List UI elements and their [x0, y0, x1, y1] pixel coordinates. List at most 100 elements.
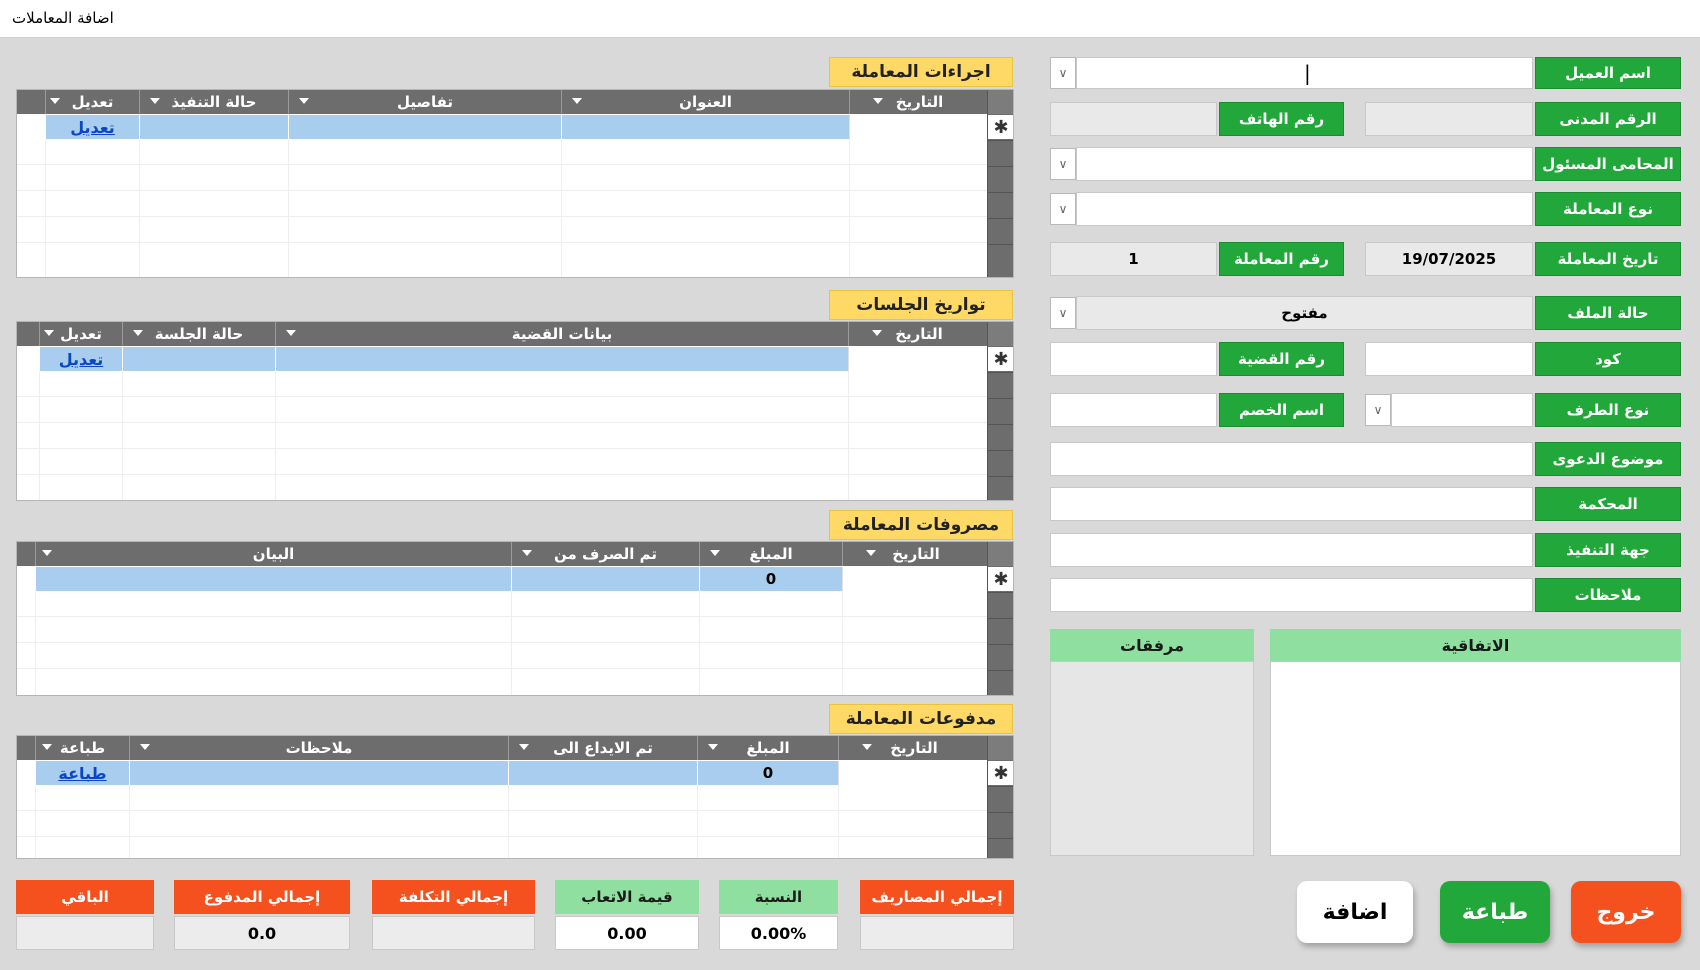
- phone-label: رقم الهاتف: [1219, 102, 1344, 136]
- procedures-header-row: التاريخ العنوان تفاصيل حالة التنفيذ تعدي…: [17, 90, 989, 114]
- transaction-type-input[interactable]: [1076, 192, 1533, 226]
- chevron-down-icon: ∨: [1058, 157, 1068, 171]
- sessions-col-case-data[interactable]: بيانات القضية: [275, 322, 848, 346]
- lawyer-dropdown[interactable]: ∨: [1050, 148, 1076, 180]
- code-label: كود: [1535, 342, 1681, 376]
- transaction-type-dropdown[interactable]: ∨: [1050, 193, 1076, 225]
- print-button[interactable]: طباعة: [1440, 881, 1550, 943]
- civil-id-label: الرقم المدنى: [1535, 102, 1681, 136]
- attachments-box[interactable]: [1050, 661, 1254, 856]
- procedures-col-date[interactable]: التاريخ: [849, 90, 989, 114]
- court-input[interactable]: [1050, 487, 1533, 521]
- agreement-box[interactable]: [1270, 661, 1681, 856]
- procedures-grid[interactable]: التاريخ العنوان تفاصيل حالة التنفيذ تعدي…: [16, 89, 1014, 278]
- sessions-new-row[interactable]: تعديل: [17, 347, 989, 371]
- procedures-col-status[interactable]: حالة التنفيذ: [139, 90, 288, 114]
- expenses-grid[interactable]: التاريخ المبلغ تم الصرف من البيان 0 ✱: [16, 541, 1014, 696]
- payments-grid[interactable]: التاريخ المبلغ تم الايداع الى ملاحظات طب…: [16, 735, 1014, 859]
- phone-input[interactable]: [1050, 102, 1217, 136]
- ratio-label: النسبة: [719, 880, 838, 914]
- new-row-star-icon: ✱: [988, 347, 1013, 371]
- execution-body-label: جهة التنفيذ: [1535, 533, 1681, 567]
- party-type-label: نوع الطرف: [1535, 393, 1681, 427]
- edit-link[interactable]: تعديل: [70, 118, 115, 137]
- transaction-number-input[interactable]: 1: [1050, 242, 1217, 276]
- total-cost-label: إجمالي التكلفة: [372, 880, 535, 914]
- expenses-row-selector[interactable]: ✱: [987, 542, 1013, 695]
- expenses-col-paid-from[interactable]: تم الصرف من: [511, 542, 699, 566]
- chevron-down-icon: ∨: [1058, 202, 1068, 216]
- expenses-new-row[interactable]: 0: [17, 567, 989, 591]
- sessions-col-status[interactable]: حالة الجلسة: [122, 322, 275, 346]
- procedures-col-title[interactable]: العنوان: [561, 90, 849, 114]
- remaining-value[interactable]: [16, 916, 154, 950]
- agreement-header: الاتفاقية: [1270, 629, 1681, 661]
- payments-new-row[interactable]: 0 طباعة: [17, 761, 989, 785]
- edit-link[interactable]: تعديل: [59, 350, 104, 369]
- payments-row-selector[interactable]: ✱: [987, 736, 1013, 858]
- civil-id-input[interactable]: [1365, 102, 1533, 136]
- expenses-col-amount[interactable]: المبلغ: [699, 542, 842, 566]
- new-row-star-icon: ✱: [988, 761, 1013, 785]
- payments-amount-cell[interactable]: 0: [697, 761, 838, 785]
- file-status-select[interactable]: مفتوح: [1076, 296, 1533, 330]
- print-link[interactable]: طباعة: [58, 764, 106, 783]
- execution-body-input[interactable]: [1050, 533, 1533, 567]
- payments-col-notes[interactable]: ملاحظات: [129, 736, 508, 760]
- expenses-col-date[interactable]: التاريخ: [842, 542, 989, 566]
- lawsuit-subject-input[interactable]: [1050, 442, 1533, 476]
- notes-label: ملاحظات: [1535, 578, 1681, 612]
- opponent-name-input[interactable]: [1050, 393, 1217, 427]
- payments-col-print[interactable]: طباعة: [35, 736, 129, 760]
- expenses-title: مصروفات المعاملة: [829, 510, 1013, 540]
- title-bar: اضافة المعاملات: [0, 0, 1700, 38]
- procedures-row-selector[interactable]: ✱: [987, 90, 1013, 277]
- transaction-type-label: نوع المعاملة: [1535, 192, 1681, 226]
- fees-value[interactable]: 0.00: [555, 916, 699, 950]
- sessions-title: تواريخ الجلسات: [829, 290, 1013, 320]
- sessions-col-edit[interactable]: تعديل: [39, 322, 122, 346]
- new-row-star-icon: ✱: [988, 567, 1013, 591]
- sessions-grid[interactable]: التاريخ بيانات القضية حالة الجلسة تعديل …: [16, 321, 1014, 501]
- party-type-dropdown[interactable]: ∨: [1365, 394, 1391, 426]
- court-label: المحكمة: [1535, 487, 1681, 521]
- chevron-down-icon: ∨: [1373, 403, 1383, 417]
- payments-col-deposited-to[interactable]: تم الايداع الى: [508, 736, 697, 760]
- payments-header-row: التاريخ المبلغ تم الايداع الى ملاحظات طب…: [17, 736, 989, 760]
- payments-col-date[interactable]: التاريخ: [838, 736, 989, 760]
- total-cost-value[interactable]: [372, 916, 535, 950]
- client-name-dropdown[interactable]: ∨: [1050, 57, 1076, 89]
- client-name-label: اسم العميل: [1535, 57, 1681, 89]
- remaining-label: الباقي: [16, 880, 154, 914]
- add-button[interactable]: اضافة: [1297, 881, 1413, 943]
- lawyer-input[interactable]: [1076, 147, 1533, 181]
- total-expenses-value[interactable]: [860, 916, 1014, 950]
- procedures-col-details[interactable]: تفاصيل: [288, 90, 561, 114]
- new-row-star-icon: ✱: [988, 115, 1013, 139]
- payments-col-amount[interactable]: المبلغ: [697, 736, 838, 760]
- procedures-title: اجراءات المعاملة: [829, 57, 1013, 87]
- transaction-date-input[interactable]: 19/07/2025: [1365, 242, 1533, 276]
- party-type-input[interactable]: [1391, 393, 1533, 427]
- code-input[interactable]: [1365, 342, 1533, 376]
- sessions-row-selector[interactable]: ✱: [987, 322, 1013, 500]
- ratio-value[interactable]: 0.00%: [719, 916, 838, 950]
- transaction-number-label: رقم المعاملة: [1219, 242, 1344, 276]
- notes-input[interactable]: [1050, 578, 1533, 612]
- lawyer-label: المحامى المسئول: [1535, 147, 1681, 181]
- chevron-down-icon: ∨: [1058, 306, 1068, 320]
- total-paid-label: إجمالي المدفوع: [174, 880, 350, 914]
- total-expenses-label: إجمالي المصاريف: [860, 880, 1014, 914]
- expenses-col-statement[interactable]: البيان: [35, 542, 511, 566]
- file-status-dropdown[interactable]: ∨: [1050, 297, 1076, 329]
- total-paid-value[interactable]: 0.0: [174, 916, 350, 950]
- expenses-amount-cell[interactable]: 0: [699, 567, 842, 591]
- case-number-input[interactable]: [1050, 342, 1217, 376]
- file-status-label: حالة الملف: [1535, 296, 1681, 330]
- sessions-header-row: التاريخ بيانات القضية حالة الجلسة تعديل: [17, 322, 989, 346]
- procedures-col-edit[interactable]: تعديل: [45, 90, 139, 114]
- exit-button[interactable]: خروج: [1571, 881, 1681, 943]
- sessions-col-date[interactable]: التاريخ: [848, 322, 989, 346]
- client-name-input[interactable]: |: [1076, 57, 1533, 89]
- procedures-new-row[interactable]: تعديل: [17, 115, 989, 139]
